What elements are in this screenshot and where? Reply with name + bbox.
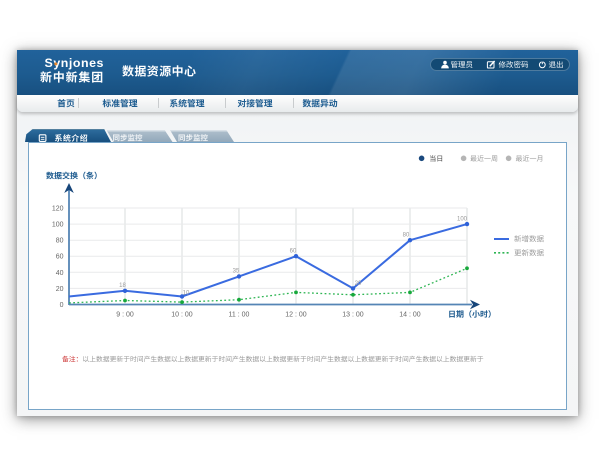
svg-text:Synjones: Synjones [45, 56, 105, 70]
svg-text:80: 80 [403, 233, 410, 239]
svg-text:12 : 00: 12 : 00 [285, 312, 307, 319]
svg-text:10: 10 [183, 291, 190, 297]
svg-text:0: 0 [60, 302, 64, 309]
svg-text:18: 18 [119, 283, 126, 289]
svg-text:13 : 00: 13 : 00 [342, 312, 364, 319]
svg-text:20: 20 [56, 286, 64, 293]
svg-text:100: 100 [52, 222, 64, 229]
svg-text:60: 60 [56, 254, 64, 261]
svg-text:100: 100 [457, 217, 468, 223]
svg-text:120: 120 [52, 206, 64, 213]
svg-text:11 : 00: 11 : 00 [229, 312, 250, 319]
svg-text:20: 20 [355, 281, 362, 287]
svg-text:10 : 00: 10 : 00 [171, 312, 193, 319]
svg-text:9 : 00: 9 : 00 [116, 312, 134, 319]
svg-text:40: 40 [56, 270, 64, 277]
svg-text:14 : 00: 14 : 00 [399, 312, 421, 319]
svg-text:35: 35 [233, 269, 240, 275]
svg-text:60: 60 [290, 249, 297, 255]
svg-text:80: 80 [56, 238, 64, 245]
